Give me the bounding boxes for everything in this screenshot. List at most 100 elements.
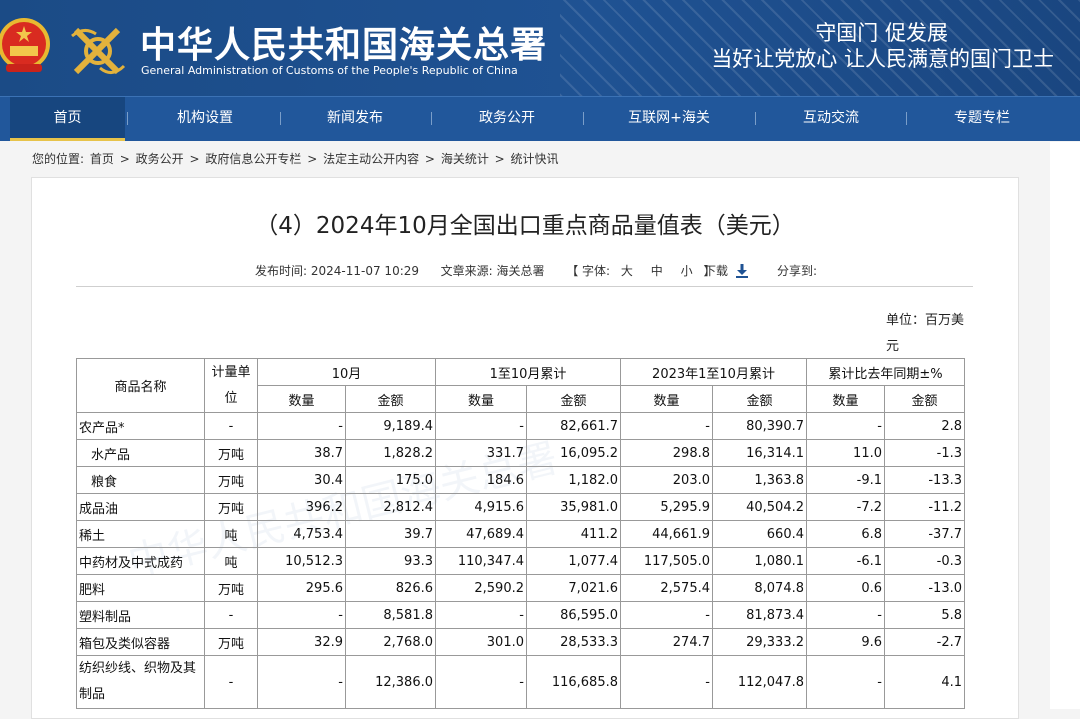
- breadcrumb-separator: >: [189, 152, 200, 166]
- cell-unit: 万吨: [204, 628, 258, 656]
- table-row: 稀土吨 4,753.4 39.7 47,689.4 411.2 44,661.9 660.4…: [76, 520, 965, 548]
- cell-value: -2.7: [884, 628, 965, 656]
- cell-value: -13.3: [884, 466, 965, 494]
- table-body: 农产品* - -9,189.4-82,661.7-80,390.7-2.8 水产品 万吨…: [76, 412, 965, 709]
- breadcrumb-item-stats-flash[interactable]: 统计快讯: [511, 152, 559, 166]
- table-row: 粮食 万吨 30.4 175.0 184.6 1,182.0 203.0 1,363.8 -9.…: [76, 466, 965, 494]
- cell-value: 81,873.4: [712, 601, 807, 629]
- cell-product-name: 纺织纱线、织物及其制品: [76, 655, 205, 709]
- nav-item-special-topics[interactable]: 专题专栏: [917, 97, 1047, 141]
- breadcrumb: 您的位置: 首页 > 政务公开 > 政府信息公开专栏 > 法定主动公开内容 > …: [32, 150, 561, 167]
- cell-value: -: [806, 412, 885, 440]
- cell-value: -13.0: [884, 574, 965, 602]
- table-row: 塑料制品 - -8,581.8-86,595.0-81,873.4-5.8: [76, 601, 965, 629]
- cell-value: 4.1: [884, 655, 965, 709]
- cell-unit: 万吨: [204, 493, 258, 521]
- cell-value: 117,505.0: [620, 547, 713, 575]
- cell-value: -37.7: [884, 520, 965, 548]
- header-unit: 计量单位: [204, 358, 258, 413]
- cell-value: 184.6: [435, 466, 527, 494]
- header-2023-jan-oct: 2023年1至10月累计: [620, 358, 807, 386]
- cell-unit: 吨: [204, 520, 258, 548]
- national-emblem-icon[interactable]: [0, 14, 56, 80]
- nav-separator: [431, 112, 432, 125]
- table-row: 农产品* - -9,189.4-82,661.7-80,390.7-2.8: [76, 412, 965, 440]
- cell-value: 396.2: [257, 493, 346, 521]
- nav-item-organization[interactable]: 机构设置: [140, 97, 270, 141]
- font-size-small-button[interactable]: 小: [681, 264, 693, 278]
- cell-value: -: [257, 601, 346, 629]
- right-gutter: [1050, 142, 1080, 709]
- cell-value: 660.4: [712, 520, 807, 548]
- font-size-large-button[interactable]: 大: [621, 264, 633, 278]
- nav-item-interaction[interactable]: 互动交流: [766, 97, 896, 141]
- cell-value: 1,077.4: [526, 547, 621, 575]
- cell-value: 1,182.0: [526, 466, 621, 494]
- cell-value: 5.8: [884, 601, 965, 629]
- cell-value: 4,915.6: [435, 493, 527, 521]
- cell-unit: -: [204, 412, 258, 440]
- cell-value: 274.7: [620, 628, 713, 656]
- cell-value: 47,689.4: [435, 520, 527, 548]
- cell-product-name: 肥料: [76, 574, 205, 602]
- cell-value: -1.3: [884, 439, 965, 467]
- breadcrumb-separator: >: [424, 152, 435, 166]
- nav-item-home[interactable]: 首页: [10, 97, 125, 141]
- cell-product-name: 稀土: [76, 520, 205, 548]
- cell-value: 110,347.4: [435, 547, 527, 575]
- cell-product-name: 农产品*: [76, 412, 205, 440]
- cell-value: -: [620, 655, 713, 709]
- cell-value: 2,812.4: [345, 493, 436, 521]
- cell-value: -11.2: [884, 493, 965, 521]
- breadcrumb-item-home[interactable]: 首页: [90, 152, 114, 166]
- nav-item-news[interactable]: 新闻发布: [290, 97, 420, 141]
- table-row: 中药材及中式成药吨 10,512.3 93.3 110,347.4 1,077.4 117…: [76, 547, 965, 575]
- cell-unit: 万吨: [204, 466, 258, 494]
- customs-emblem-icon[interactable]: [66, 20, 130, 82]
- cell-value: 2,575.4: [620, 574, 713, 602]
- slogan-line-2: 当好让党放心 让人民满意的国门卫士: [711, 47, 1054, 71]
- cell-product-name: 箱包及类似容器: [76, 628, 205, 656]
- share-label[interactable]: 分享到:: [777, 262, 817, 279]
- site-title[interactable]: 中华人民共和国海关总署: [140, 16, 547, 68]
- cell-value: 8,074.8: [712, 574, 807, 602]
- cell-value: -: [435, 655, 527, 709]
- article-meta: 发布时间: 2024-11-07 10:29 文章来源: 海关总署 【 字体: …: [255, 262, 715, 279]
- cell-value: 2,590.2: [435, 574, 527, 602]
- cell-value: 112,047.8: [712, 655, 807, 709]
- cell-value: 30.4: [257, 466, 346, 494]
- meta-divider: [76, 286, 973, 287]
- cell-value: 9,189.4: [345, 412, 436, 440]
- breadcrumb-item-gov-info[interactable]: 政府信息公开专栏: [205, 152, 301, 166]
- source-label: 文章来源:: [440, 264, 493, 278]
- download-button[interactable]: 下载: [704, 262, 748, 279]
- table-row: 成品油 万吨 396.2 2,812.4 4,915.6 35,981.0 5,295.9 4…: [76, 493, 965, 521]
- cell-value: 28,533.3: [526, 628, 621, 656]
- cell-value: 2.8: [884, 412, 965, 440]
- cell-value: -: [806, 655, 885, 709]
- cell-value: 29,333.2: [712, 628, 807, 656]
- cell-unit: 万吨: [204, 574, 258, 602]
- breadcrumb-item-legal-content[interactable]: 法定主动公开内容: [323, 152, 419, 166]
- cell-value: -7.2: [806, 493, 885, 521]
- publish-label: 发布时间:: [255, 264, 308, 278]
- header-qty: 数量: [257, 385, 346, 413]
- font-size-medium-button[interactable]: 中: [651, 264, 663, 278]
- unit-note: 单位：百万美元: [886, 313, 965, 354]
- cell-value: 39.7: [345, 520, 436, 548]
- cell-value: 331.7: [435, 439, 527, 467]
- nav-item-internet-customs[interactable]: 互联网+海关: [594, 97, 744, 141]
- cell-value: -0.3: [884, 547, 965, 575]
- site-title-en: General Administration of Customs of the…: [141, 64, 518, 77]
- cell-value: 86,595.0: [526, 601, 621, 629]
- cell-value: 298.8: [620, 439, 713, 467]
- cell-product-name: 粮食: [76, 466, 205, 494]
- nav-separator: [583, 112, 584, 125]
- breadcrumb-separator: >: [119, 152, 130, 166]
- breadcrumb-item-gov-affairs[interactable]: 政务公开: [136, 152, 184, 166]
- cell-product-name: 水产品: [76, 439, 205, 467]
- nav-item-government-affairs[interactable]: 政务公开: [442, 97, 572, 141]
- download-label: 下载: [704, 264, 729, 278]
- breadcrumb-item-customs-stats[interactable]: 海关统计: [441, 152, 489, 166]
- site-header: 中华人民共和国海关总署 General Administration of Cu…: [0, 0, 1080, 96]
